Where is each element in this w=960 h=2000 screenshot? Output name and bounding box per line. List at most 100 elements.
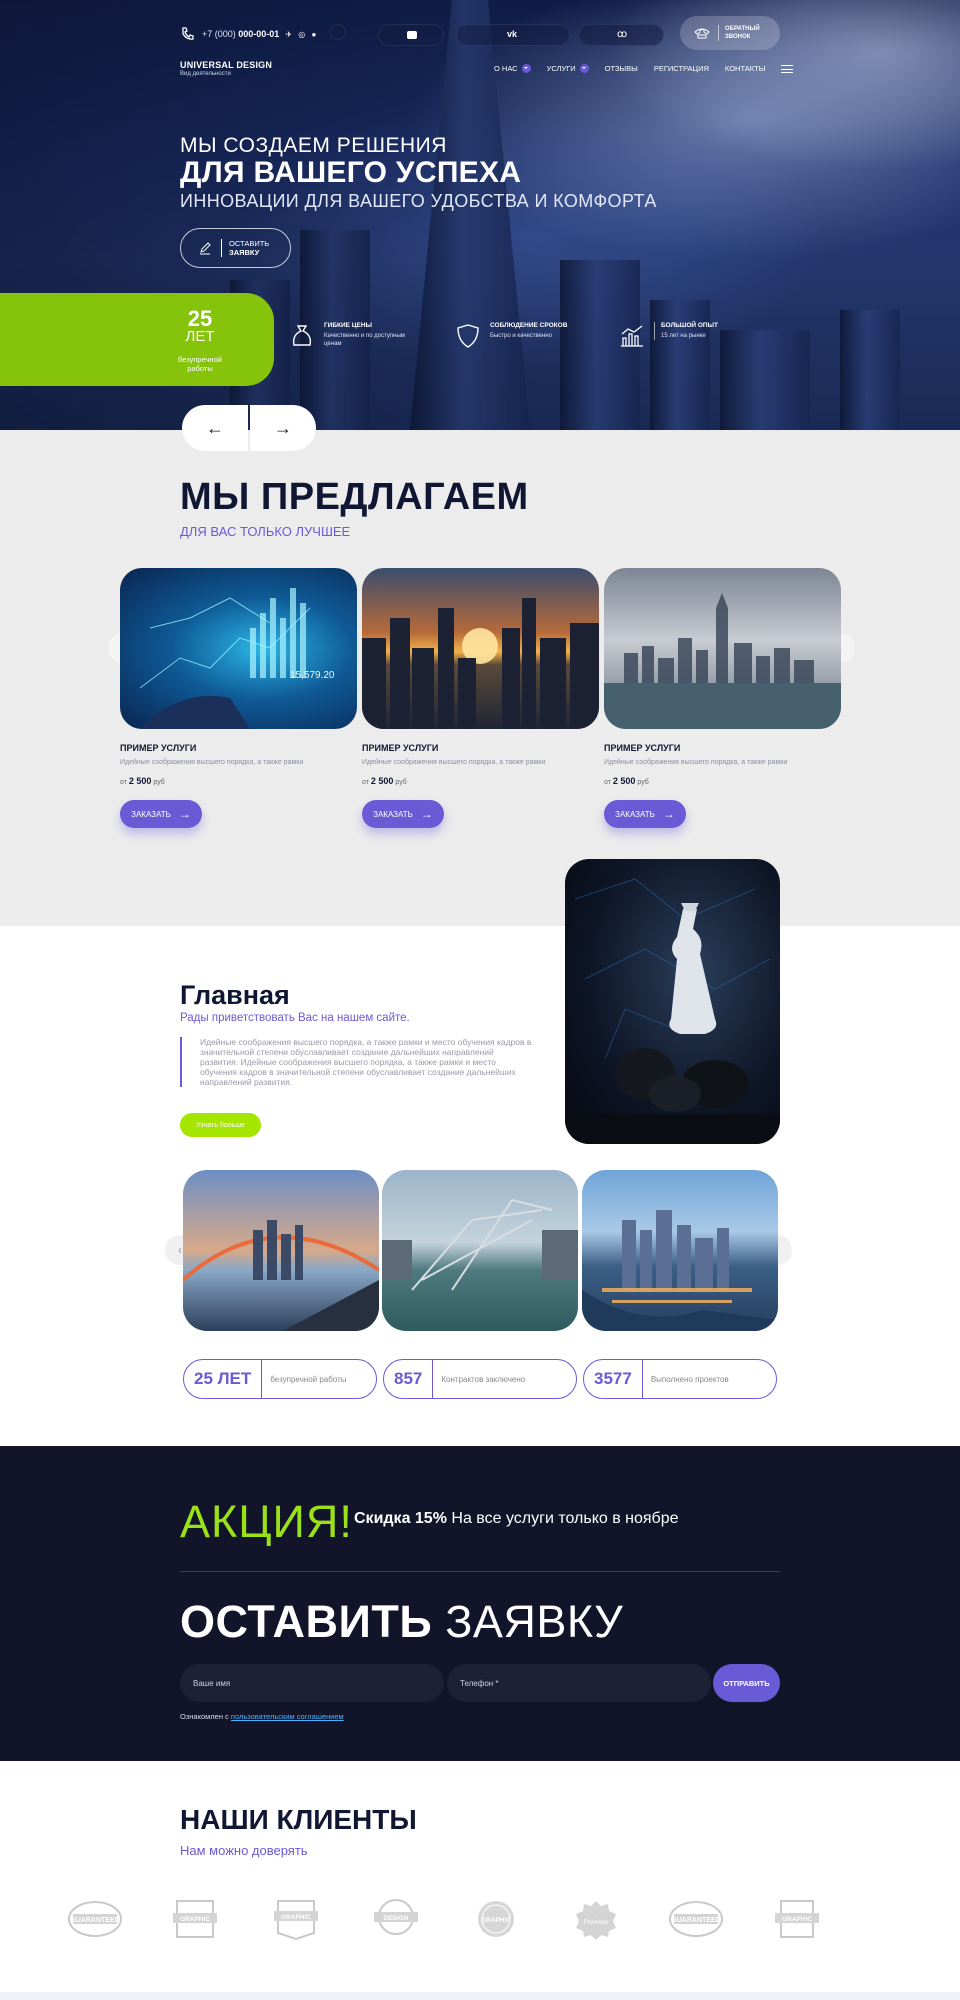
offer-title: МЫ ПРЕДЛАГАЕМ <box>180 476 529 518</box>
brand-logo[interactable]: UNIVERSAL DESIGN Вид деятельности <box>180 60 272 77</box>
callback-button[interactable]: ОБРАТНЫЙ ЗВОНОК <box>680 16 780 50</box>
hero-subtitle: ИННОВАЦИИ ДЛЯ ВАШЕГО УДОБСТВА И КОМФОРТА <box>180 191 657 211</box>
divider <box>180 1571 780 1572</box>
phone-icon <box>182 27 194 40</box>
hero-slider-arrows: ← → <box>182 405 316 451</box>
svg-text:GRAPHIC: GRAPHIC <box>180 1916 210 1923</box>
promo-title: АКЦИЯ! <box>180 1496 353 1547</box>
bridge-image <box>183 1220 379 1331</box>
svg-text:GRAPHIC: GRAPHIC <box>481 1917 511 1924</box>
chevron-down-icon <box>521 64 531 73</box>
promo-text: Скидка 15% На все услуги только в ноябре <box>354 1510 679 1527</box>
svg-text:GUARANTEED: GUARANTEED <box>70 1917 119 1924</box>
harbor-city-image <box>604 593 841 729</box>
client-logo[interactable]: GRAPHIC <box>769 1895 825 1943</box>
youtube-link[interactable] <box>378 24 444 46</box>
clients-subtitle: Нам можно доверять <box>180 1843 308 1858</box>
client-logo[interactable]: GRAPHIC <box>167 1895 223 1943</box>
agreement-note: Ознакомлен с пользовательским соглашение… <box>180 1712 344 1721</box>
hero-title: ДЛЯ ВАШЕГО УСПЕХА <box>180 156 522 189</box>
vk-icon: vk <box>507 29 518 39</box>
main-text: Идейные соображения высшего порядка, а т… <box>180 1037 534 1087</box>
svg-text:GUARANTEED: GUARANTEED <box>671 1917 720 1924</box>
svg-text:GRAPHIC: GRAPHIC <box>782 1916 812 1923</box>
name-input[interactable]: Ваше имя <box>180 1664 444 1702</box>
feature-deadlines: СОБЛЮДЕНИЕ СРОКОВ Быстро и качественно <box>454 322 590 350</box>
nav-item-about[interactable]: О НАС <box>494 64 531 73</box>
feature-experience: БОЛЬШОЙ ОПЫТ 15 лет на рынке <box>618 322 761 350</box>
agreement-link[interactable]: пользовательским соглашением <box>231 1712 344 1721</box>
nav-item-contacts[interactable]: КОНТАКТЫ <box>725 64 765 73</box>
phone-number[interactable]: +7 (000) 000-00-01 <box>202 29 279 39</box>
svg-text:Premium: Premium <box>582 1918 608 1926</box>
learn-more-button[interactable]: Узнать больше <box>180 1113 261 1137</box>
order-button[interactable]: ЗАКАЗАТЬ → <box>120 800 202 828</box>
arrow-left-icon[interactable]: ← <box>182 405 248 451</box>
service-image: 15,579.20 <box>120 568 357 729</box>
shield-icon <box>457 324 479 348</box>
arrow-right-icon: → <box>178 807 191 821</box>
client-logo[interactable]: GUARANTEED <box>668 1895 724 1943</box>
hero-line-1: МЫ СОЗДАЕМ РЕШЕНИЯ <box>180 134 447 157</box>
client-logo[interactable]: GUARANTEED <box>67 1895 123 1943</box>
nav-item-reviews[interactable]: ОТЗЫВЫ <box>605 64 638 73</box>
client-logo[interactable]: GRAPHIC <box>468 1895 524 1943</box>
footer-edge <box>0 1992 960 2000</box>
drawbridge-image <box>382 1199 578 1291</box>
messenger-icons[interactable]: ✈ ◎ ● <box>285 30 318 39</box>
city-sunset-image <box>362 598 599 729</box>
main-title: Главная <box>180 980 290 1010</box>
chevron-down-icon <box>579 64 589 73</box>
nav-item-services[interactable]: УСЛУГИ <box>547 64 589 73</box>
offer-section: МЫ ПРЕДЛАГАЕМ ДЛЯ ВАС ТОЛЬКО ЛУЧШЕЕ ‹ › … <box>0 430 960 926</box>
gallery-image[interactable] <box>582 1170 778 1331</box>
service-card[interactable]: ПРИМЕР УСЛУГИ Идейные соображения высшег… <box>604 568 841 828</box>
pencil-icon <box>200 242 211 255</box>
stat-years: 25 ЛЕТ безупречной работы <box>183 1359 377 1399</box>
social-search-pill[interactable] <box>330 24 346 40</box>
feature-flexible-prices: ГИБКИЕ ЦЕНЫ Качественно и по доступным це… <box>288 322 424 350</box>
clients-title: НАШИ КЛИЕНТЫ <box>180 1804 417 1835</box>
chess-pieces-illustration <box>565 878 780 1144</box>
night-city-image <box>582 1210 778 1331</box>
ok-link[interactable]: ꝏ <box>578 24 664 46</box>
youtube-icon <box>407 31 417 39</box>
offer-subtitle: ДЛЯ ВАС ТОЛЬКО ЛУЧШЕЕ <box>180 524 351 539</box>
phone-icon <box>694 28 710 39</box>
nav-item-registration[interactable]: РЕГИСТРАЦИЯ <box>654 64 709 73</box>
arrow-right-icon: → <box>662 807 675 821</box>
client-logo[interactable]: DESIGN <box>368 1895 424 1943</box>
arrow-right-icon: → <box>420 807 433 821</box>
vk-link[interactable]: vk <box>456 24 570 46</box>
order-button[interactable]: ЗАКАЗАТЬ → <box>604 800 686 828</box>
experience-badge: 25 ЛЕТ безупречной работы <box>0 293 274 386</box>
hero-order-button[interactable]: ОСТАВИТЬ ЗАЯВКУ <box>180 228 291 268</box>
experience-caption: безупречной работы <box>178 355 222 373</box>
promo-section: АКЦИЯ! Скидка 15% На все услуги только в… <box>0 1446 960 1761</box>
arrow-right-icon[interactable]: → <box>250 405 316 451</box>
service-card[interactable]: 15,579.20 ПРИМЕР УСЛУГИ Идейные соображе… <box>120 568 357 828</box>
digital-chart-image: 15,579.20 <box>139 588 335 729</box>
ok-icon: ꝏ <box>617 29 628 40</box>
service-image <box>362 568 599 729</box>
client-logo[interactable]: GRAPHIC <box>268 1895 324 1943</box>
svg-text:GRAPHIC: GRAPHIC <box>281 1914 311 1921</box>
menu-icon[interactable] <box>781 64 794 73</box>
service-card[interactable]: ПРИМЕР УСЛУГИ Идейные соображения высшег… <box>362 568 599 828</box>
gallery-image[interactable] <box>382 1170 578 1331</box>
main-subtitle: Рады приветствовать Вас на нашем сайте. <box>180 1012 410 1024</box>
chart-icon <box>621 325 643 347</box>
hero-section: +7 (000) 000-00-01 ✈ ◎ ● vk ꝏ ОБРАТНЫЙ ЗВ… <box>0 0 960 430</box>
main-nav: О НАС УСЛУГИ ОТЗЫВЫ РЕГИСТРАЦИЯ КОНТАКТЫ <box>494 64 794 73</box>
svg-text:DESIGN: DESIGN <box>384 1915 409 1922</box>
stat-contracts: 857 Контрактов заключено <box>383 1359 577 1399</box>
stat-projects: 3577 Выполнено проектов <box>583 1359 777 1399</box>
experience-unit: ЛЕТ <box>185 328 215 345</box>
form-title: ОСТАВИТЬ ЗАЯВКУ <box>180 1596 624 1647</box>
client-logo[interactable]: Premium <box>568 1895 624 1943</box>
order-button[interactable]: ЗАКАЗАТЬ → <box>362 800 444 828</box>
send-button[interactable]: ОТПРАВИТЬ <box>713 1664 780 1702</box>
gallery-image[interactable] <box>183 1170 379 1331</box>
phone-input[interactable]: Телефон * <box>447 1664 711 1702</box>
money-bag-icon <box>292 325 312 346</box>
